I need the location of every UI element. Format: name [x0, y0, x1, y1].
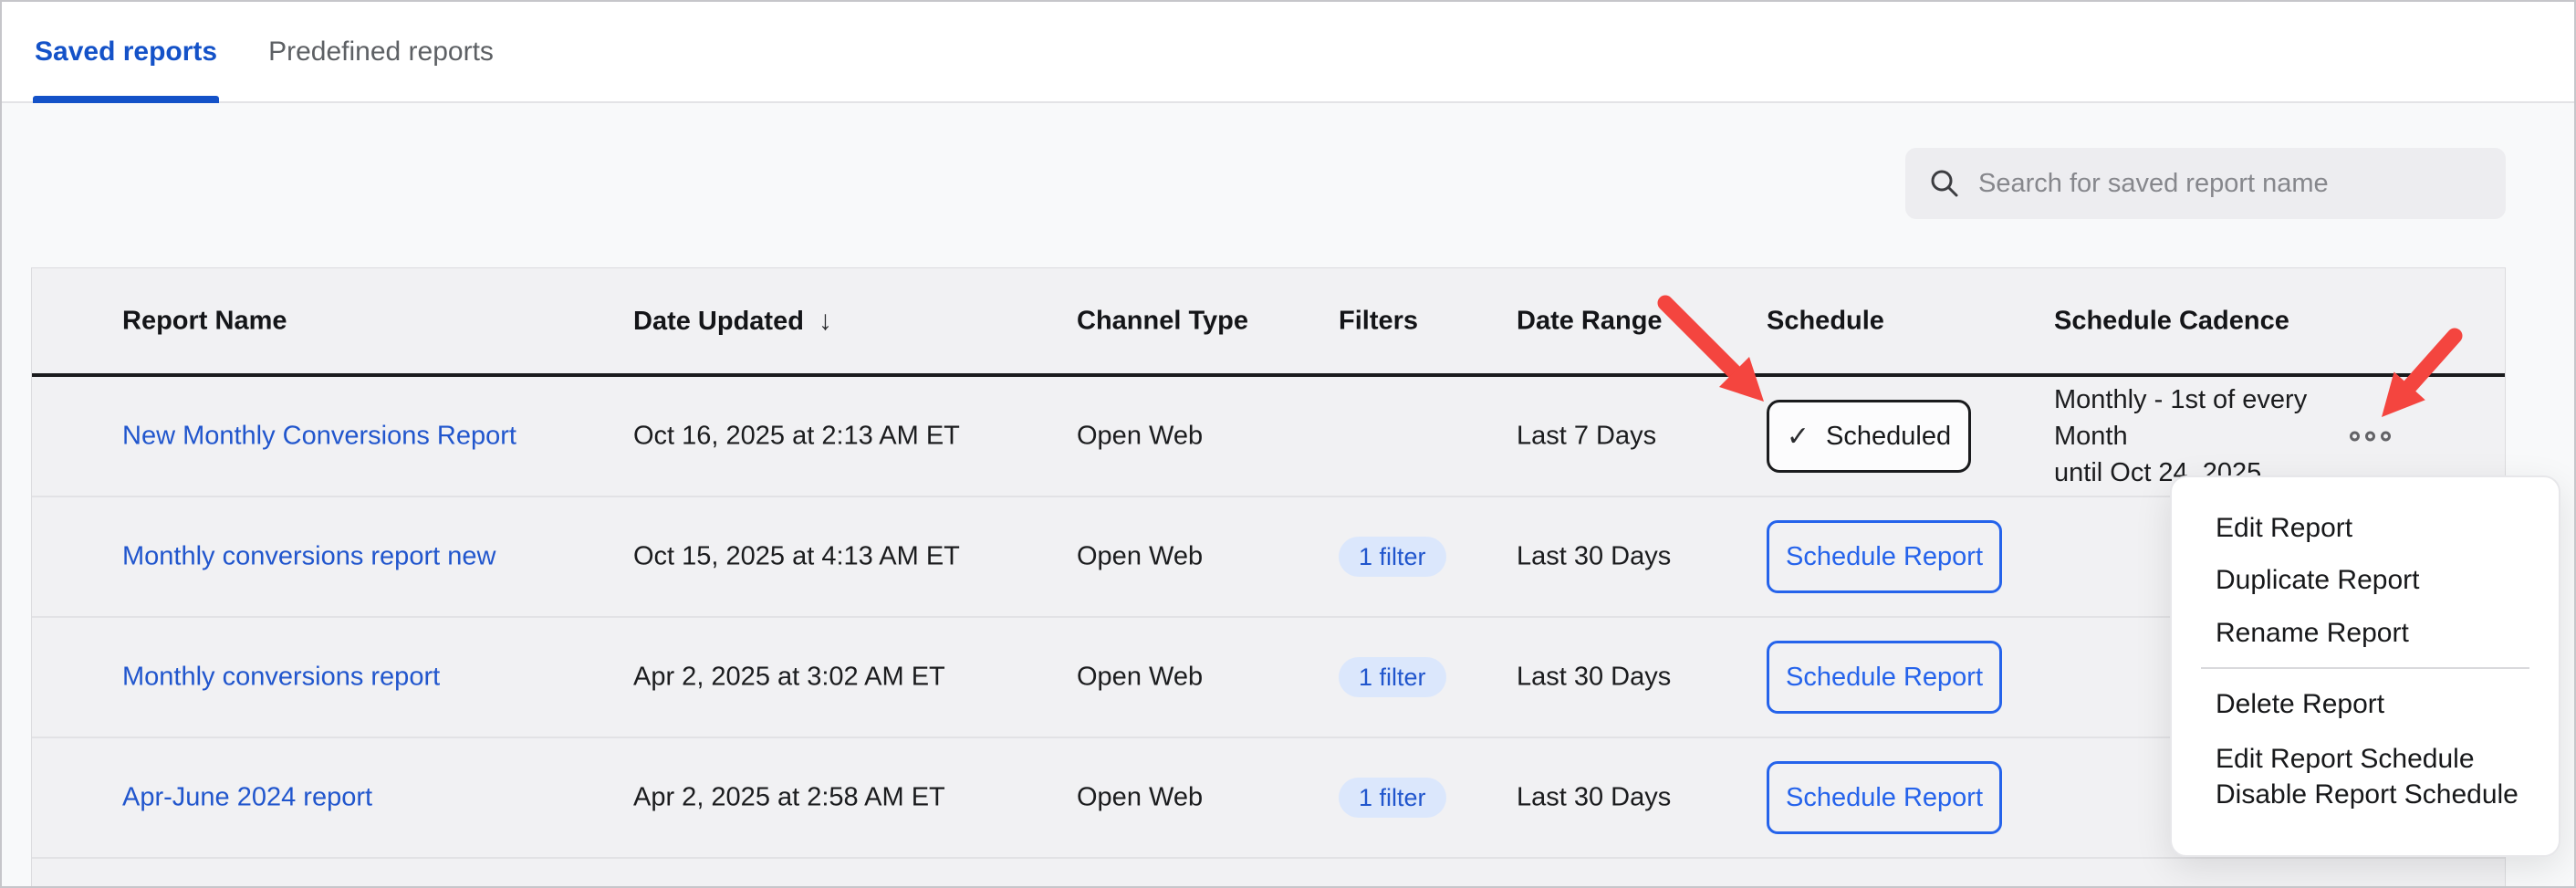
table-row: New Monthly Conversions Report Oct 16, 2…: [32, 377, 2505, 497]
date-updated-cell: Apr 2, 2025 at 3:02 AM ET: [633, 663, 945, 693]
sort-desc-icon[interactable]: ↓: [819, 306, 832, 337]
search-input[interactable]: [1978, 169, 2482, 199]
column-header-report-name[interactable]: Report Name: [122, 306, 287, 336]
date-range-cell: Last 7 Days: [1517, 422, 1656, 452]
date-range-cell: Last 30 Days: [1517, 542, 1671, 572]
saved-reports-table: Report Name Date Updated↓ Channel Type F…: [31, 267, 2506, 886]
tab-saved-reports[interactable]: Saved reports: [33, 2, 219, 101]
search-box[interactable]: [1905, 148, 2506, 219]
filter-count-badge: 1 filter: [1339, 657, 1446, 697]
filter-count-badge: 1 filter: [1339, 537, 1446, 577]
menu-item-edit-report-schedule[interactable]: Edit Report Schedule: [2172, 741, 2559, 778]
schedule-report-button[interactable]: Schedule Report: [1767, 761, 2002, 834]
schedule-report-button[interactable]: Schedule Report: [1767, 520, 2002, 593]
menu-divider: [2201, 667, 2529, 669]
menu-item-rename-report[interactable]: Rename Report: [2172, 615, 2559, 652]
column-header-schedule[interactable]: Schedule: [1767, 306, 1884, 336]
channel-type-cell: Open Web: [1077, 422, 1203, 452]
scheduled-status-button[interactable]: ✓ Scheduled: [1767, 400, 1971, 473]
saved-reports-screen: Saved reports Predefined reports Report …: [0, 0, 2576, 888]
table-row: Monthly conversions report new Oct 15, 2…: [32, 497, 2505, 618]
channel-type-cell: Open Web: [1077, 542, 1203, 572]
report-name-link[interactable]: Monthly conversions report: [122, 663, 440, 693]
date-updated-cell: Oct 16, 2025 at 2:13 AM ET: [633, 422, 960, 452]
date-updated-cell: Oct 15, 2025 at 4:13 AM ET: [633, 542, 960, 572]
tab-saved-reports-label: Saved reports: [35, 37, 217, 68]
tab-predefined-reports[interactable]: Predefined reports: [266, 2, 495, 101]
table-row: Monthly conversions report Apr 2, 2025 a…: [32, 618, 2505, 738]
search-icon: [1929, 168, 1960, 199]
menu-item-edit-report[interactable]: Edit Report: [2172, 510, 2559, 547]
tab-predefined-reports-label: Predefined reports: [268, 37, 494, 68]
report-name-link[interactable]: Monthly conversions report new: [122, 542, 495, 572]
report-name-link[interactable]: New Monthly Conversions Report: [122, 422, 516, 452]
column-header-schedule-cadence[interactable]: Schedule Cadence: [2054, 306, 2289, 336]
date-updated-cell: Apr 2, 2025 at 2:58 AM ET: [633, 783, 945, 813]
check-icon: ✓: [1787, 421, 1809, 453]
report-name-link[interactable]: Apr-June 2024 report: [122, 783, 372, 813]
schedule-cadence-cell: Monthly - 1st of every Month until Oct 2…: [2054, 381, 2307, 491]
date-range-cell: Last 30 Days: [1517, 783, 1671, 813]
menu-item-delete-report[interactable]: Delete Report: [2172, 686, 2559, 723]
column-header-date-updated[interactable]: Date Updated↓: [633, 306, 832, 337]
menu-item-duplicate-report[interactable]: Duplicate Report: [2172, 562, 2559, 599]
menu-item-disable-report-schedule[interactable]: Disable Report Schedule: [2172, 777, 2559, 813]
table-row: Apr-June 2024 report Apr 2, 2025 at 2:58…: [32, 738, 2505, 859]
column-header-filters[interactable]: Filters: [1339, 306, 1418, 336]
column-header-date-range[interactable]: Date Range: [1517, 306, 1663, 336]
schedule-report-button[interactable]: Schedule Report: [1767, 641, 2002, 714]
filter-count-badge: 1 filter: [1339, 778, 1446, 818]
table-header-row: Report Name Date Updated↓ Channel Type F…: [32, 268, 2505, 377]
date-range-cell: Last 30 Days: [1517, 663, 1671, 693]
channel-type-cell: Open Web: [1077, 783, 1203, 813]
more-options-icon[interactable]: [2346, 423, 2394, 451]
channel-type-cell: Open Web: [1077, 663, 1203, 693]
scheduled-status-label: Scheduled: [1826, 422, 1951, 452]
tab-bar: Saved reports Predefined reports: [2, 2, 2574, 103]
context-menu: Edit Report Duplicate Report Rename Repo…: [2170, 475, 2560, 857]
column-header-channel-type[interactable]: Channel Type: [1077, 306, 1248, 336]
